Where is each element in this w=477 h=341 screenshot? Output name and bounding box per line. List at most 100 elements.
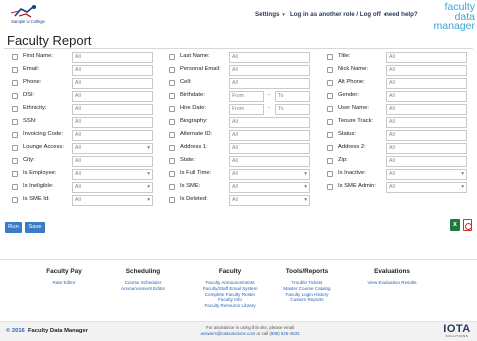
email-input[interactable]: All [72,65,153,76]
phone-checkbox[interactable] [12,80,18,86]
ethnicity-checkbox[interactable] [12,106,18,112]
first-name-input[interactable]: All [72,52,153,63]
zip-input[interactable]: All [386,156,467,167]
zip-checkbox[interactable] [327,158,333,164]
email-checkbox[interactable] [12,67,18,73]
ethnicity-input[interactable]: All [72,104,153,115]
dsi-checkbox[interactable] [12,93,18,99]
support-email-link[interactable]: answers@iotasolutions.com [201,331,256,336]
nick-name-input[interactable]: All [386,65,467,76]
nick-name-checkbox[interactable] [327,67,333,73]
status-input[interactable]: All [386,130,467,141]
address2-input[interactable]: All [386,143,467,154]
phone-input[interactable]: All [72,78,153,89]
birthdate-to-input[interactable]: To [275,91,310,102]
footer-link[interactable]: View Evaluation Results [356,280,428,286]
footer-link[interactable]: Faculty/Staff Email System [192,286,268,292]
ssn-checkbox[interactable] [12,119,18,125]
birthdate-checkbox[interactable] [169,93,175,99]
last-name-checkbox[interactable] [169,54,175,60]
help-link[interactable]: need help? [385,11,418,18]
footer-faculty: Faculty Faculty Announcements Faculty/St… [192,268,268,309]
footer-link[interactable]: Rate Editor [36,280,92,286]
form-row: Ethnicity: All Hire Date: From - To User… [0,104,477,116]
is-inactive-checkbox[interactable] [327,171,333,177]
alt-phone-checkbox[interactable] [327,80,333,86]
gender-input[interactable]: All [386,91,467,102]
alternate-id-label: Alternate ID: [180,131,213,137]
is-full-time-select[interactable]: All [229,169,310,180]
biography-input[interactable]: All [229,117,310,128]
is-ineligible-checkbox[interactable] [12,184,18,190]
is-ineligible-select[interactable]: All [72,182,153,193]
range-dash: - [268,105,270,111]
hire-date-from-input[interactable]: From [229,104,264,115]
footer-link[interactable]: Faculty Resource Library [192,303,268,309]
address2-checkbox[interactable] [327,145,333,151]
is-full-time-checkbox[interactable] [169,171,175,177]
title-checkbox[interactable] [327,54,333,60]
cell-checkbox[interactable] [169,80,175,86]
is-sme-id-checkbox[interactable] [12,197,18,203]
college-logo[interactable]: Sample U College [5,4,49,26]
is-inactive-select[interactable]: All [386,169,467,180]
user-name-input[interactable]: All [386,104,467,115]
assistance-mid: or call [255,331,270,336]
address1-checkbox[interactable] [169,145,175,151]
biography-checkbox[interactable] [169,119,175,125]
support-phone-link[interactable]: (888) 826-4633 [269,331,299,336]
city-input[interactable]: All [72,156,153,167]
login-menu[interactable]: Log in as another role / Log off ▼ [290,11,387,18]
tenure-track-checkbox[interactable] [327,119,333,125]
alt-phone-input[interactable]: All [386,78,467,89]
state-input[interactable]: All [229,156,310,167]
settings-menu[interactable]: Settings ▼ [255,11,286,18]
dsi-input[interactable]: All [72,91,153,102]
invoicing-code-checkbox[interactable] [12,132,18,138]
excel-export-icon[interactable]: x [450,219,460,231]
save-button[interactable]: Save [25,222,45,233]
status-checkbox[interactable] [327,132,333,138]
is-deleted-select[interactable]: All [229,195,310,206]
state-checkbox[interactable] [169,158,175,164]
birthdate-from-input[interactable]: From [229,91,264,102]
address1-input[interactable]: All [229,143,310,154]
ssn-input[interactable]: All [72,117,153,128]
tenure-track-input[interactable]: All [386,117,467,128]
invoicing-code-input[interactable]: All [72,130,153,141]
is-deleted-checkbox[interactable] [169,197,175,203]
form-row: Is Ineligible: All Is SME: All Is SME Ad… [0,182,477,194]
footer-link[interactable]: Custom Reports [274,297,340,303]
is-sme-admin-checkbox[interactable] [327,184,333,190]
is-sme-admin-select[interactable]: All [386,182,467,193]
title-input[interactable]: All [386,52,467,63]
is-sme-select[interactable]: All [229,182,310,193]
lounge-access-select[interactable]: All [72,143,153,154]
footer-link[interactable]: Master Course Catalog [274,286,340,292]
is-sme-admin-label: Is SME Admin: [338,183,377,189]
is-employee-select[interactable]: All [72,169,153,180]
state-label: State: [180,157,196,163]
city-checkbox[interactable] [12,158,18,164]
user-name-checkbox[interactable] [327,106,333,112]
gender-checkbox[interactable] [327,93,333,99]
page-title: Faculty Report [7,33,92,48]
is-sme-id-select[interactable]: All [72,195,153,206]
is-sme-checkbox[interactable] [169,184,175,190]
hire-date-to-input[interactable]: To [275,104,310,115]
footer-link[interactable]: Announcement Editor [112,286,174,292]
is-employee-checkbox[interactable] [12,171,18,177]
lounge-access-checkbox[interactable] [12,145,18,151]
cell-input[interactable]: All [229,78,310,89]
hire-date-checkbox[interactable] [169,106,175,112]
alternate-id-checkbox[interactable] [169,132,175,138]
first-name-checkbox[interactable] [12,54,18,60]
personal-email-input[interactable]: All [229,65,310,76]
alternate-id-input[interactable]: All [229,130,310,141]
last-name-input[interactable]: All [229,52,310,63]
personal-email-checkbox[interactable] [169,67,175,73]
form-row: Email: All Personal Email: All Nick Name… [0,65,477,77]
pdf-export-icon[interactable] [463,219,472,231]
brand-logo: faculty data manager [423,2,475,32]
run-button[interactable]: Run [5,222,22,233]
